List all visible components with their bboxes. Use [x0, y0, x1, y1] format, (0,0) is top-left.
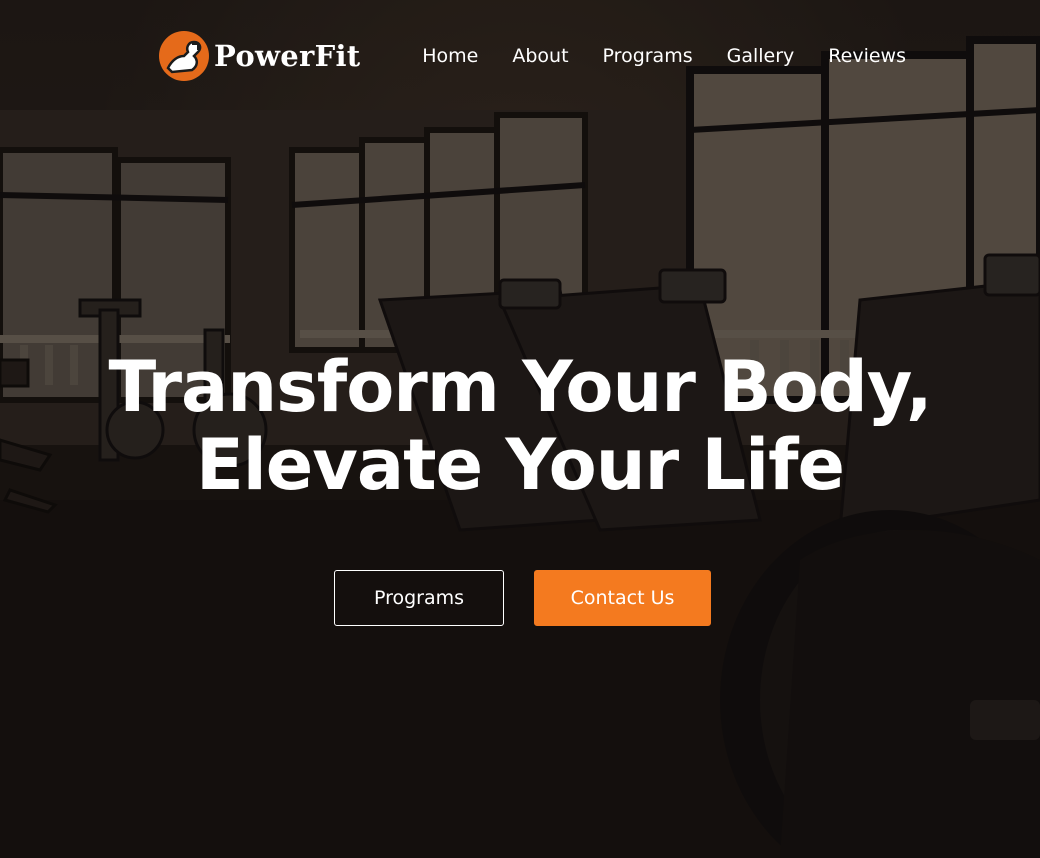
- nav-link-about[interactable]: About: [512, 45, 568, 67]
- programs-button[interactable]: Programs: [334, 570, 504, 626]
- contact-us-button[interactable]: Contact Us: [534, 570, 711, 626]
- flexed-arm-icon: [159, 31, 209, 81]
- nav-link-gallery[interactable]: Gallery: [727, 45, 795, 67]
- nav-link-home[interactable]: Home: [422, 45, 478, 67]
- brand-logo[interactable]: PowerFit: [158, 30, 360, 82]
- hero-headline-line2: Elevate Your Life: [195, 424, 845, 506]
- brand-name: PowerFit: [214, 39, 361, 73]
- hero-section: PowerFit Home About Programs Gallery Rev…: [0, 0, 1040, 858]
- nav-links: Home About Programs Gallery Reviews: [422, 45, 906, 67]
- navbar: PowerFit Home About Programs Gallery Rev…: [158, 28, 918, 84]
- nav-link-programs[interactable]: Programs: [603, 45, 693, 67]
- hero-headline-line1: Transform Your Body,: [108, 346, 932, 428]
- nav-link-reviews[interactable]: Reviews: [828, 45, 906, 67]
- hero-headline: Transform Your Body, Elevate Your Life: [0, 348, 1040, 504]
